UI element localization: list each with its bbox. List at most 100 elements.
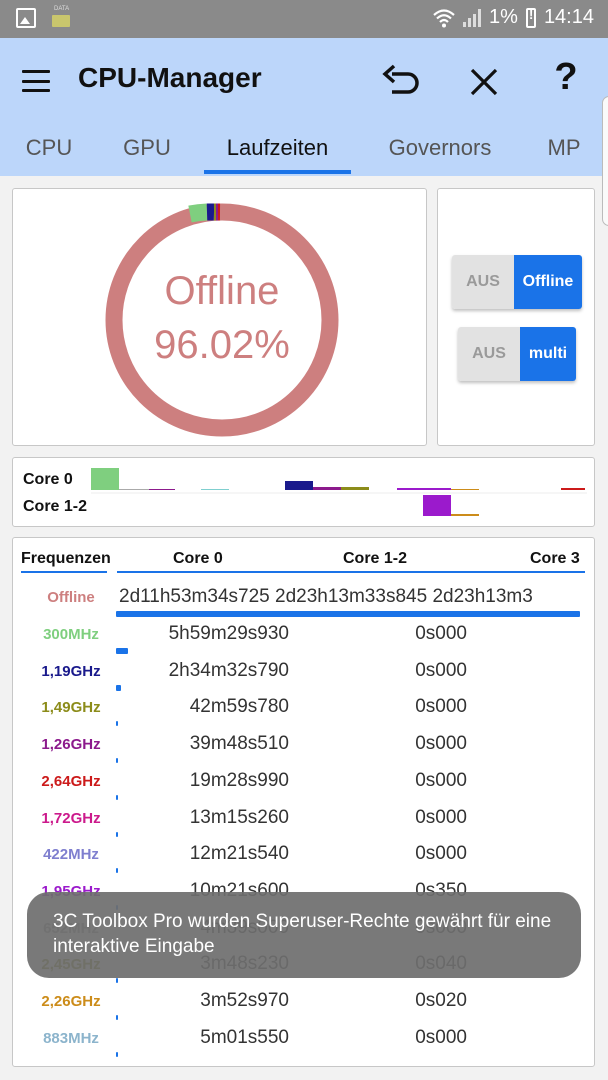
core0-bar-small-4 xyxy=(397,488,451,490)
tab-laufzeiten[interactable]: Laufzeiten xyxy=(204,128,351,176)
tab-gpu[interactable]: GPU xyxy=(116,128,178,176)
core0-time: 19m28s990 xyxy=(189,769,289,791)
tab-cpu[interactable]: CPU xyxy=(18,128,80,176)
menu-icon[interactable] xyxy=(22,70,50,92)
undo-icon[interactable] xyxy=(380,64,424,100)
core0-bar-small-5 xyxy=(451,489,479,490)
offline-toggle[interactable]: AUS Offline xyxy=(452,255,582,309)
donut-percent: 96.02% xyxy=(154,323,290,367)
offline-times-row: 2d11h53m34s725 2d23h13m33s845 2d23h13m3 xyxy=(119,586,589,608)
core0-time: 42m59s780 xyxy=(189,696,289,718)
freq-label: 1,19GHz xyxy=(41,662,101,680)
core0-bar-264ghz xyxy=(561,488,585,490)
edge-panel-handle[interactable] xyxy=(602,96,608,226)
donut-slice-300mhz xyxy=(188,203,208,223)
core-frequency-chart-card: Core 0 Core 1-2 xyxy=(12,457,595,527)
battery-percent: 1% xyxy=(489,6,518,28)
core12-time: 0s000 xyxy=(415,733,467,755)
core12-time: 0s000 xyxy=(415,806,467,828)
core0-time: 13m15s260 xyxy=(189,806,289,828)
core-bars-chart xyxy=(91,468,587,516)
gallery-notification-icon xyxy=(16,8,36,28)
tab-governors[interactable]: Governors xyxy=(378,128,502,176)
offline-toggle-off[interactable]: AUS xyxy=(452,255,514,309)
core12-time: 0s000 xyxy=(415,769,467,791)
core12-time: 0s000 xyxy=(415,1026,467,1048)
freq-label: 2,64GHz xyxy=(41,772,101,790)
help-icon[interactable]: ? xyxy=(550,56,582,100)
freq-label-offline: Offline xyxy=(47,589,95,606)
core0-bar-149ghz xyxy=(341,487,369,490)
progress-bar-offline xyxy=(116,611,580,617)
core0-bar-small-1 xyxy=(119,489,149,490)
core0-time: 39m48s510 xyxy=(189,733,289,755)
core0-time: 12m21s540 xyxy=(189,843,289,865)
header-core12: Core 1-2 xyxy=(343,550,408,567)
app-title: CPU-Manager xyxy=(78,62,262,93)
progress-bar xyxy=(116,684,121,691)
progress-bar xyxy=(116,721,118,727)
core0-time: 2h34m32s790 xyxy=(168,659,289,681)
core12-time: 0s000 xyxy=(415,659,467,681)
core12-bar-195ghz xyxy=(423,495,451,516)
core12-bar-226ghz xyxy=(451,514,479,516)
progress-bar xyxy=(116,978,118,984)
offline-core12: 2d23h13m33s845 xyxy=(275,586,428,607)
freq-label: 300MHz xyxy=(43,626,99,643)
header-divider xyxy=(21,571,107,573)
freq-label: 883MHz xyxy=(43,1029,99,1047)
offline-core3: 2d23h13m3 xyxy=(432,586,533,607)
header-divider xyxy=(117,571,585,573)
core-row-label-1: Core 1-2 xyxy=(23,498,88,515)
close-icon[interactable] xyxy=(466,64,502,100)
offline-toggle-on[interactable]: Offline xyxy=(514,255,582,309)
battery-alert-icon xyxy=(525,7,536,28)
freq-label: 2,26GHz xyxy=(41,993,101,1010)
active-tab-indicator xyxy=(204,170,351,174)
frequency-table: Frequenzen Core 0 Core 1-2 Core 3 Offlin… xyxy=(12,537,595,1067)
core0-time: 5h59m29s930 xyxy=(168,623,289,644)
core0-bar-119ghz xyxy=(285,481,313,490)
tab-mp[interactable]: MP xyxy=(538,128,590,176)
app-bar: CPU-Manager ? CPU GPU Laufzeiten Governo… xyxy=(0,38,608,176)
multi-toggle[interactable]: AUS multi xyxy=(458,327,576,381)
core12-time: 0s000 xyxy=(415,623,467,644)
progress-bar xyxy=(116,868,118,874)
multi-toggle-on[interactable]: multi xyxy=(520,327,576,381)
freq-label: 1,26GHz xyxy=(41,736,101,754)
multi-toggle-off[interactable]: AUS xyxy=(458,327,520,381)
toast-message: 3C Toolbox Pro wurden Superuser-Rechte g… xyxy=(27,892,581,978)
header-frequenzen: Frequenzen xyxy=(21,550,111,567)
donut-label: Offline xyxy=(164,269,280,313)
signal-icon xyxy=(463,8,482,27)
data-badge-text: DATA xyxy=(54,6,70,12)
core12-time: 0s000 xyxy=(415,843,467,865)
tab-bar: CPU GPU Laufzeiten Governors MP xyxy=(0,128,608,176)
core12-time: 0s000 xyxy=(415,696,467,718)
progress-bar xyxy=(116,831,118,837)
core12-time: 0s020 xyxy=(415,990,467,1011)
core0-time: 5m01s550 xyxy=(200,1026,289,1048)
status-bar: DATA 1% 14:14 xyxy=(0,0,608,38)
wifi-icon xyxy=(433,8,455,27)
donut-slice-offline xyxy=(105,203,339,437)
progress-bar xyxy=(116,1051,118,1057)
core0-bar-small-3 xyxy=(201,489,229,490)
offline-core0: 2d11h53m34s725 xyxy=(119,586,270,607)
freq-label: 1,72GHz xyxy=(41,809,101,827)
freq-label: 422MHz xyxy=(43,846,99,864)
header-core0: Core 0 xyxy=(173,550,223,567)
header-core3: Core 3 xyxy=(530,550,580,567)
data-notification-icon: DATA xyxy=(50,6,72,27)
core-row-label-0: Core 0 xyxy=(23,471,73,488)
core0-bar-126ghz xyxy=(313,487,341,490)
core0-bar-small-2 xyxy=(149,489,175,490)
status-time: 14:14 xyxy=(543,6,594,28)
progress-bar xyxy=(116,758,118,764)
progress-bar xyxy=(116,794,118,800)
freq-label: 1,49GHz xyxy=(41,699,101,717)
core0-time: 3m52s970 xyxy=(200,990,289,1011)
core0-bar-300mhz xyxy=(91,468,119,490)
progress-bar xyxy=(116,1015,118,1020)
toggle-card: AUS Offline AUS multi xyxy=(437,188,595,446)
